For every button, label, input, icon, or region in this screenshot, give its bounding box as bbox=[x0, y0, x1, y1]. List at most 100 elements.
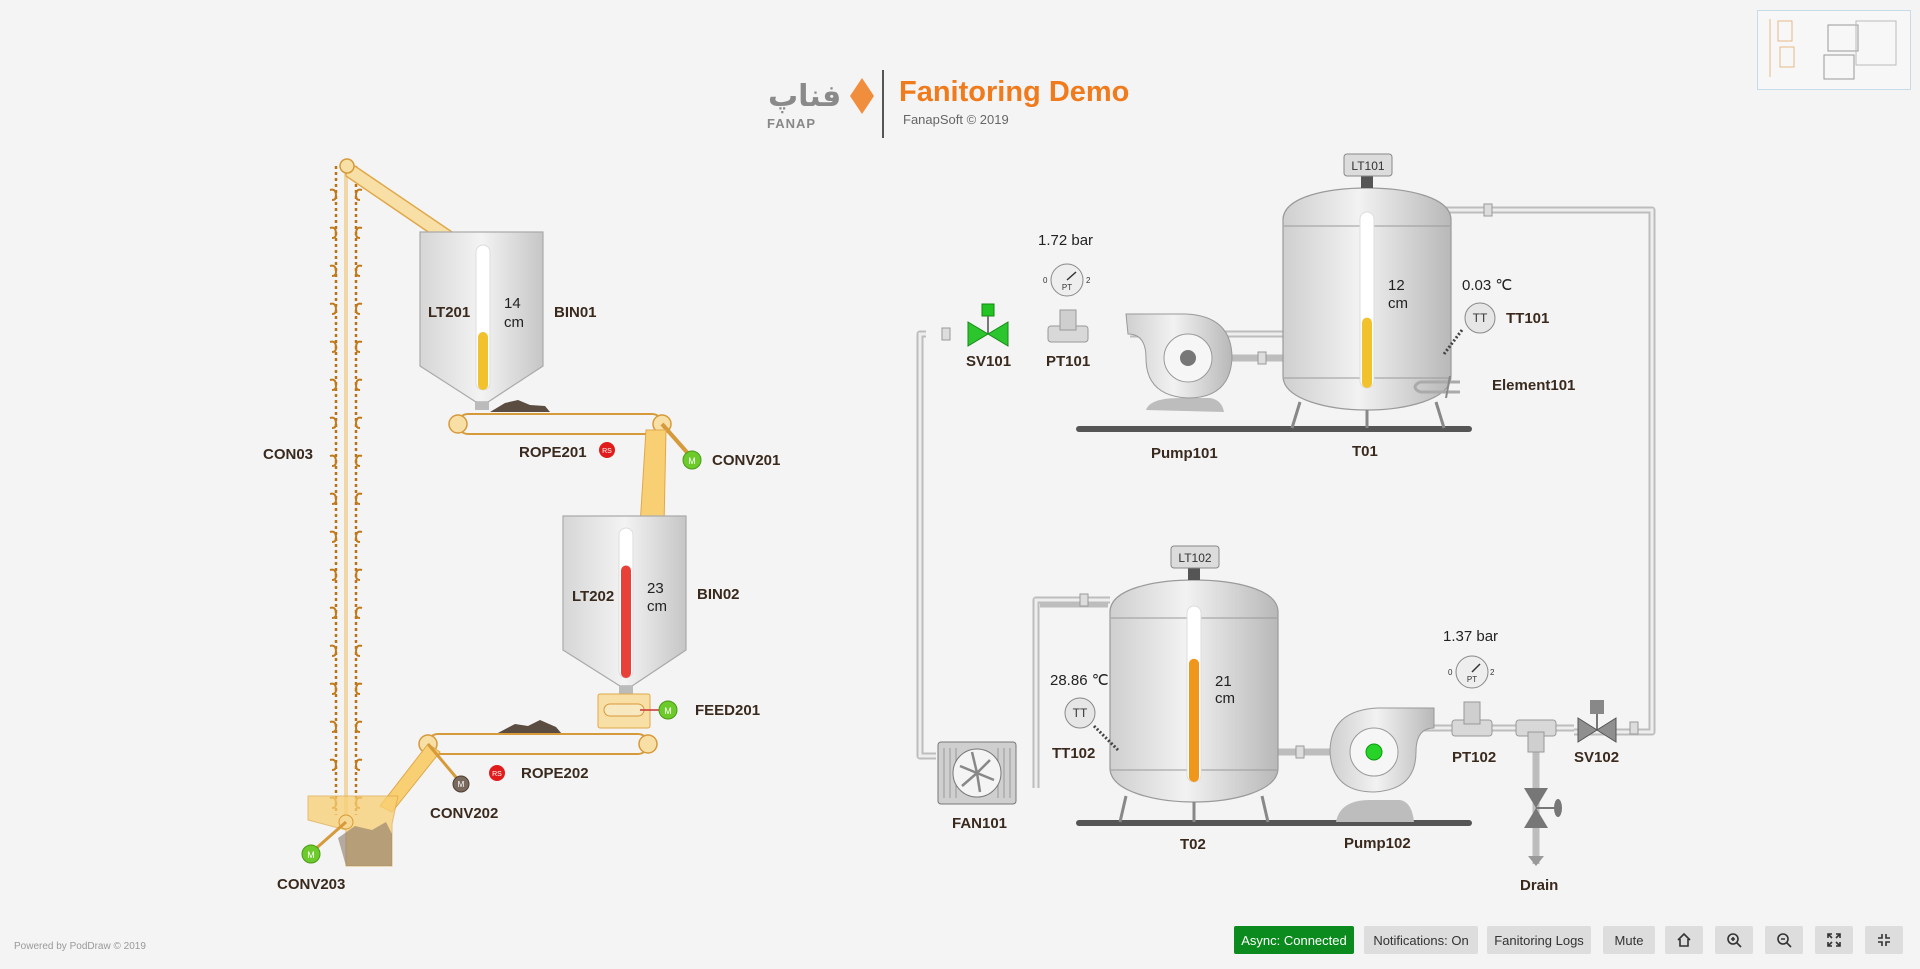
home-icon bbox=[1677, 932, 1691, 947]
feed201-label: FEED201 bbox=[695, 702, 760, 719]
elevator-bucket bbox=[329, 302, 338, 315]
bin02-tank[interactable] bbox=[562, 515, 687, 694]
bin01-value: 14 bbox=[504, 295, 521, 312]
fullscreen-icon bbox=[1827, 933, 1841, 947]
elevator-bucket bbox=[354, 682, 363, 695]
zoom-out-icon bbox=[1777, 933, 1792, 948]
t01-label: T01 bbox=[1352, 443, 1378, 460]
elevator-bucket bbox=[329, 378, 338, 391]
svg-text:M: M bbox=[664, 706, 672, 716]
svg-text:LT101: LT101 bbox=[1351, 159, 1384, 173]
t01-platform bbox=[1076, 426, 1472, 432]
elevator-bucket bbox=[329, 492, 338, 505]
conv203-hopper[interactable] bbox=[307, 795, 399, 867]
elevator-bucket bbox=[354, 454, 363, 467]
fan101-label: FAN101 bbox=[952, 815, 1007, 832]
elevator-bucket bbox=[354, 378, 363, 391]
elevator-bucket bbox=[329, 226, 338, 239]
svg-text:M: M bbox=[307, 850, 315, 860]
pt101-gauge[interactable]: PT 0 2 bbox=[1043, 263, 1091, 343]
t01-vessel[interactable] bbox=[1282, 176, 1452, 429]
conv202-label: CONV202 bbox=[430, 805, 498, 822]
tt102-reading: 28.86 ℃ bbox=[1050, 672, 1109, 689]
svg-text:0: 0 bbox=[1448, 668, 1453, 677]
pump102[interactable] bbox=[1329, 707, 1435, 822]
home-button[interactable] bbox=[1665, 926, 1703, 954]
elevator-bucket bbox=[329, 416, 338, 429]
pt101-reading: 1.72 bar bbox=[1038, 232, 1093, 249]
elevator-bucket bbox=[329, 568, 338, 581]
fanitoring-logs-button[interactable]: Fanitoring Logs bbox=[1487, 926, 1591, 954]
pump101[interactable] bbox=[1125, 313, 1233, 412]
async-status-button[interactable]: Async: Connected bbox=[1234, 926, 1354, 954]
elevator-bucket bbox=[354, 492, 363, 505]
conv201-label: CONV201 bbox=[712, 452, 780, 469]
sv102-label: SV102 bbox=[1574, 749, 1619, 766]
lt101-badge[interactable]: LT101 bbox=[1343, 153, 1393, 177]
sv102-valve[interactable] bbox=[1577, 700, 1617, 743]
process-diagram: CON03 LT201 14 cm BIN01 ROPE201 RS M CON… bbox=[263, 153, 1656, 894]
mute-button[interactable]: Mute bbox=[1603, 926, 1655, 954]
pt102-gauge[interactable]: PT 0 2 bbox=[1448, 655, 1495, 737]
powered-by: Powered by PodDraw © 2019 bbox=[14, 941, 146, 952]
material-pile bbox=[490, 400, 550, 412]
elevator-bucket bbox=[354, 606, 363, 619]
sv101-label: SV101 bbox=[966, 353, 1011, 370]
svg-text:0: 0 bbox=[1043, 276, 1048, 285]
fit-screen-button[interactable] bbox=[1865, 926, 1903, 954]
conv201-motor[interactable]: M bbox=[682, 450, 702, 470]
rope202-conveyor[interactable] bbox=[379, 733, 658, 813]
t01-value: 12 bbox=[1388, 277, 1405, 294]
con03-label: CON03 bbox=[263, 446, 313, 463]
svg-text:TT: TT bbox=[1473, 311, 1488, 325]
elevator-bucket bbox=[329, 454, 338, 467]
svg-text:PT: PT bbox=[1062, 283, 1072, 292]
elevator-bucket bbox=[329, 758, 338, 771]
rope202-label: ROPE202 bbox=[521, 765, 589, 782]
sv101-valve[interactable] bbox=[967, 303, 1009, 347]
rope201-rs-indicator[interactable]: RS bbox=[599, 442, 615, 458]
tt101-reading: 0.03 ℃ bbox=[1462, 277, 1512, 294]
rope201-conveyor[interactable] bbox=[448, 413, 694, 527]
tee-fitting bbox=[1515, 719, 1557, 753]
bin01-unit: cm bbox=[504, 314, 524, 331]
zoom-out-button[interactable] bbox=[1765, 926, 1803, 954]
conv202-motor[interactable]: M bbox=[452, 775, 470, 793]
notifications-toggle-button[interactable]: Notifications: On bbox=[1364, 926, 1478, 954]
element101-label: Element101 bbox=[1492, 377, 1575, 394]
conv203-motor[interactable]: M bbox=[301, 844, 321, 864]
pt102-label: PT102 bbox=[1452, 749, 1496, 766]
lt202-label: LT202 bbox=[572, 588, 614, 605]
material-pile-2 bbox=[496, 720, 562, 734]
feed201-motor[interactable]: M bbox=[658, 700, 678, 720]
bin01-tank[interactable] bbox=[419, 231, 544, 410]
zoom-in-button[interactable] bbox=[1715, 926, 1753, 954]
elevator-bucket bbox=[354, 530, 363, 543]
lt102-badge[interactable]: LT102 bbox=[1170, 545, 1220, 569]
elevator-bucket bbox=[329, 682, 338, 695]
elevator-bucket bbox=[329, 606, 338, 619]
tt101-sensor[interactable]: TT bbox=[1442, 302, 1496, 355]
svg-text:M: M bbox=[688, 456, 696, 466]
rope202-rs-indicator[interactable]: RS bbox=[489, 765, 505, 781]
bin02-label: BIN02 bbox=[697, 586, 740, 603]
feed201-feeder[interactable] bbox=[597, 693, 668, 729]
bin02-unit: cm bbox=[647, 598, 667, 615]
elevator-bucket bbox=[329, 530, 338, 543]
elevator-bucket bbox=[354, 188, 363, 201]
fan101[interactable] bbox=[937, 741, 1017, 805]
fit-icon bbox=[1878, 934, 1890, 946]
elevator-bucket bbox=[354, 340, 363, 353]
svg-text:PT: PT bbox=[1467, 675, 1477, 684]
svg-text:LT102: LT102 bbox=[1178, 551, 1211, 565]
lt201-label: LT201 bbox=[428, 304, 470, 321]
elevator-bucket bbox=[329, 264, 338, 277]
bin01-label: BIN01 bbox=[554, 304, 597, 321]
t02-vessel[interactable] bbox=[1109, 568, 1279, 823]
elevator-bucket bbox=[329, 188, 338, 201]
drain-valve[interactable] bbox=[1524, 788, 1562, 866]
svg-text:M: M bbox=[458, 780, 465, 789]
svg-text:RS: RS bbox=[492, 771, 502, 778]
conv203-label: CONV203 bbox=[277, 876, 345, 893]
fullscreen-button[interactable] bbox=[1815, 926, 1853, 954]
